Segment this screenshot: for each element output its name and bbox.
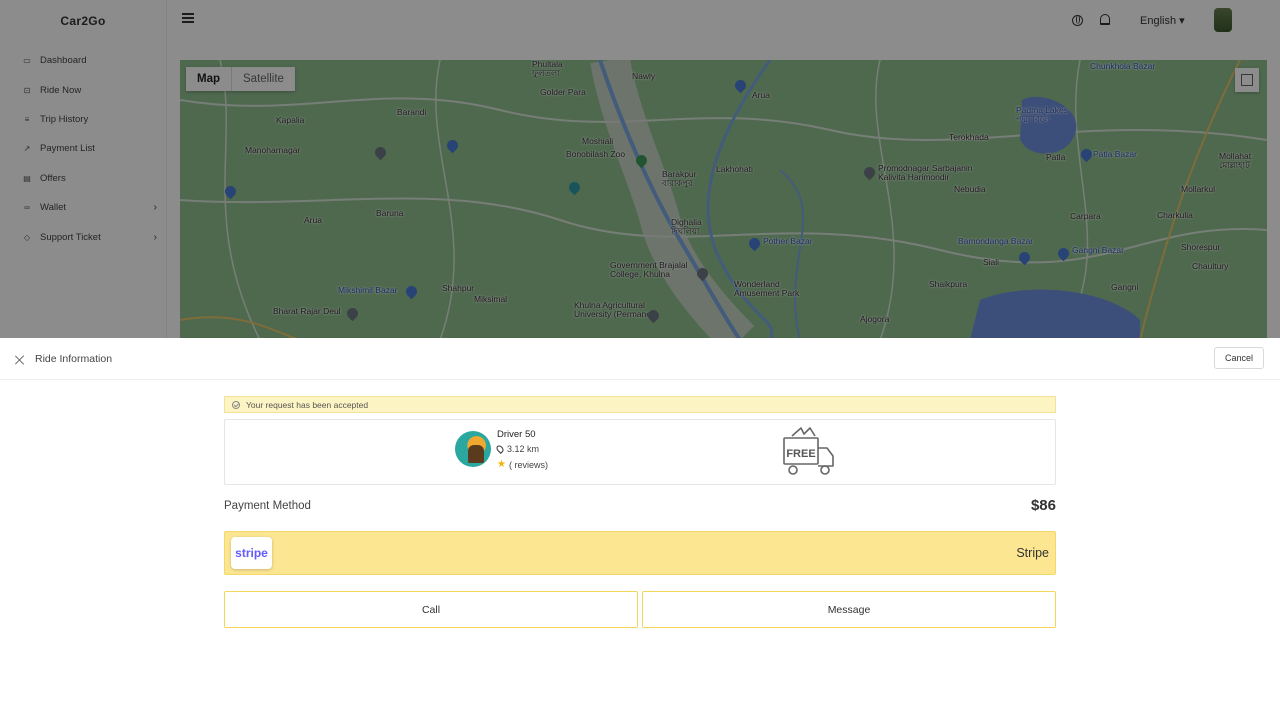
driver-avatar (455, 431, 491, 467)
ride-actions: Call Message (224, 591, 1056, 628)
ride-info-content: Your request has been accepted Driver 50… (224, 396, 1056, 628)
message-button[interactable]: Message (642, 591, 1056, 628)
driver-distance: 3.12 km (495, 444, 540, 454)
driver-reviews: ★ ( reviews) (497, 459, 548, 470)
request-accepted-alert: Your request has been accepted (224, 396, 1056, 413)
close-icon[interactable] (15, 355, 25, 365)
stripe-logo: stripe (231, 537, 272, 569)
free-delivery-truck-icon: FREE (783, 427, 834, 475)
ride-info-drawer: Ride Information Cancel Your request has… (0, 338, 1280, 720)
drawer-title: Ride Information (35, 352, 113, 365)
payment-option-stripe[interactable]: stripe Stripe (224, 531, 1056, 575)
location-pin-icon (495, 444, 505, 454)
free-badge-text: FREE (786, 448, 815, 460)
payment-method-label: Payment Method (224, 500, 311, 512)
cancel-button[interactable]: Cancel (1214, 347, 1264, 369)
fare-amount: $86 (1030, 497, 1056, 514)
check-circle-icon (232, 400, 240, 409)
call-button[interactable]: Call (224, 591, 638, 628)
drawer-header: Ride Information Cancel (0, 338, 1280, 380)
driver-name: Driver 50 (497, 429, 536, 440)
driver-reviews-value: ( reviews) (508, 459, 548, 470)
star-icon: ★ (497, 459, 506, 470)
payment-row: Payment Method $86 (224, 497, 1056, 514)
modal-backdrop[interactable] (0, 0, 1280, 338)
driver-distance-value: 3.12 km (507, 444, 540, 454)
payment-provider-name: Stripe (1016, 546, 1049, 560)
driver-card: Driver 50 3.12 km ★ ( reviews) FREE (224, 419, 1056, 485)
alert-text: Your request has been accepted (246, 399, 369, 410)
